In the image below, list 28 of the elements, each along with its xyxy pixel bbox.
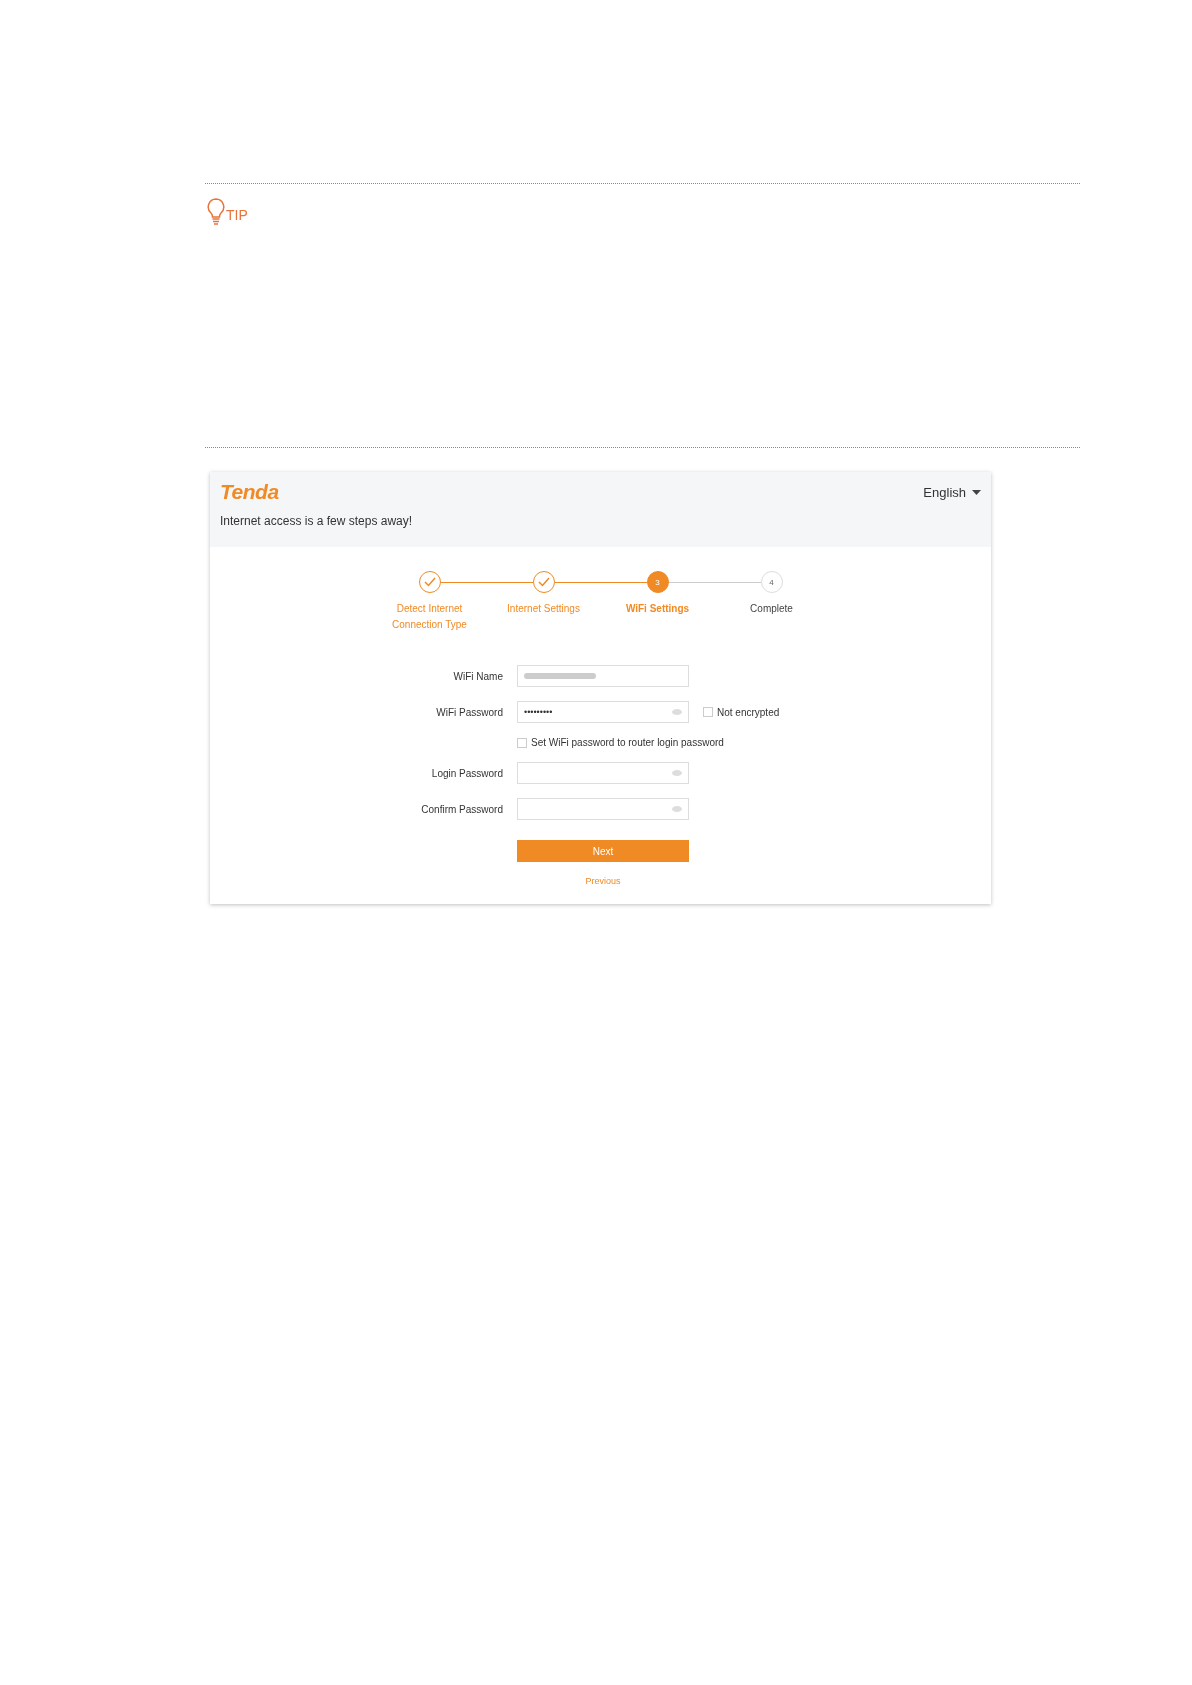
checkbox[interactable] (703, 707, 713, 717)
input-field[interactable] (517, 798, 689, 820)
input-field[interactable] (517, 665, 689, 687)
step-indicator: 3 (646, 571, 669, 593)
subtitle: Internet access is a few steps away! (220, 514, 413, 528)
tip-label: TIP (226, 207, 248, 223)
field-label: WiFi Password (436, 706, 503, 718)
checkbox[interactable] (517, 737, 527, 748)
field-label: WiFi Name (453, 670, 503, 682)
step-label: Complete (750, 602, 793, 616)
step-label: Internet Settings (507, 602, 580, 616)
logo: Tenda (220, 480, 279, 504)
eye-icon[interactable] (672, 709, 682, 715)
lightbulb-icon (207, 198, 225, 226)
checkbox-label: Not encrypted (717, 706, 780, 718)
caret-icon (972, 489, 981, 495)
checkbox-label: Set WiFi password to router login password (531, 737, 724, 748)
step-label: Detect Internet Connection Type (392, 602, 467, 632)
blurred-value-icon (524, 671, 596, 681)
step-indicator: 4 (760, 571, 783, 593)
input-field[interactable]: ••••••••• (517, 701, 689, 723)
field-label: Login Password (431, 767, 503, 779)
input-field[interactable] (517, 762, 689, 784)
eye-icon[interactable] (672, 770, 682, 776)
language-dropdown[interactable]: English (923, 484, 981, 500)
eye-icon[interactable] (672, 806, 682, 812)
field-label: Confirm Password (421, 803, 503, 815)
step-label: WiFi Settings (625, 602, 690, 616)
